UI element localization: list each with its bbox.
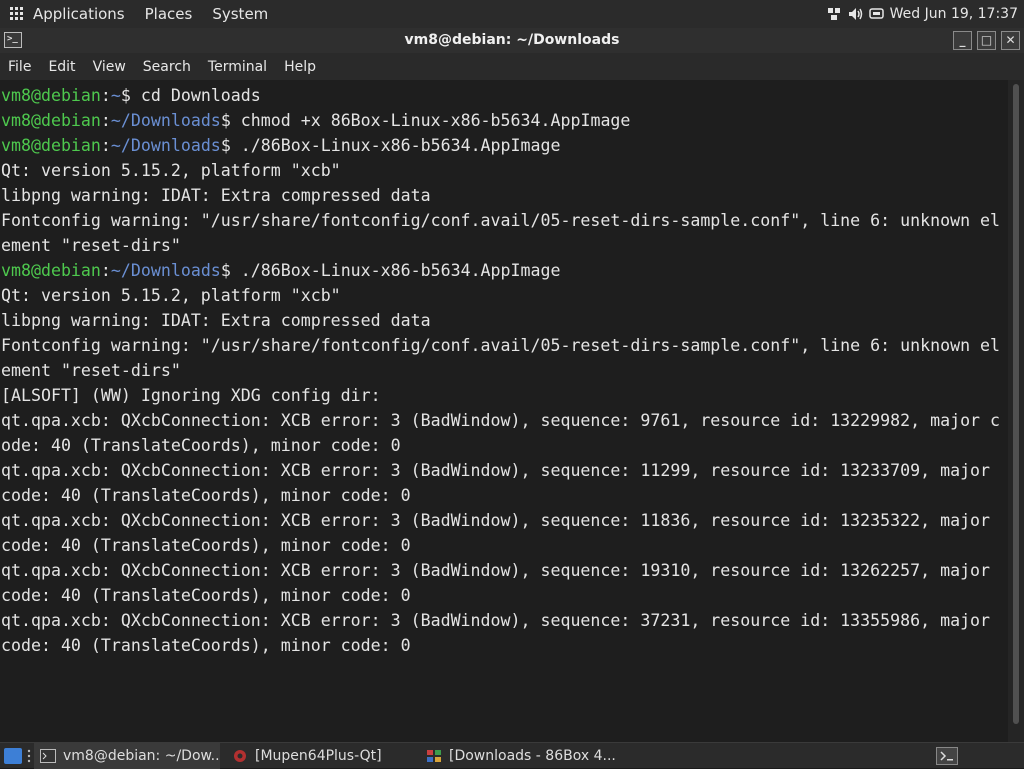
system-tray: Wed Jun 19, 17:37 [827,0,1018,28]
terminal-text: code: 40 (TranslateCoords), minor code: … [1,536,411,555]
terminal-icon [40,749,56,763]
workspace-switcher-icon[interactable] [936,747,958,765]
terminal-line: ement "reset-dirs" [1,358,1008,383]
terminal-output[interactable]: vm8@debian:~$ cd Downloadsvm8@debian:~/D… [0,80,1008,742]
menu-edit[interactable]: Edit [48,59,75,75]
terminal-text: $ ./86Box-Linux-x86-b5634.AppImage [221,261,561,280]
taskbar-handle-icon[interactable] [27,749,31,763]
terminal-line: code: 40 (TranslateCoords), minor code: … [1,633,1008,658]
terminal-text: libpng warning: IDAT: Extra compressed d… [1,186,431,205]
terminal-line: Qt: version 5.15.2, platform "xcb" [1,158,1008,183]
terminal-text: $ chmod +x 86Box-Linux-x86-b5634.AppImag… [221,111,631,130]
show-desktop-icon[interactable] [4,748,22,764]
terminal-window: >_ vm8@debian: ~/Downloads _ □ ✕ File Ed… [0,28,1024,742]
terminal-text: ement "reset-dirs" [1,236,181,255]
terminal-text: libpng warning: IDAT: Extra compressed d… [1,311,431,330]
terminal-line: vm8@debian:~$ cd Downloads [1,83,1008,108]
terminal-text: Fontconfig warning: "/usr/share/fontconf… [1,211,1000,230]
applications-menu[interactable]: Applications [33,5,125,23]
mupen-icon [232,749,248,763]
places-menu[interactable]: Places [145,5,193,23]
menu-view[interactable]: View [93,59,126,75]
terminal-line: ement "reset-dirs" [1,233,1008,258]
task-label: [Mupen64Plus-Qt] [255,748,382,764]
terminal-text: qt.qpa.xcb: QXcbConnection: XCB error: 3… [1,611,990,630]
terminal-text: : [101,86,111,105]
clock[interactable]: Wed Jun 19, 17:37 [890,6,1018,22]
terminal-line: libpng warning: IDAT: Extra compressed d… [1,308,1008,333]
terminal-line: code: 40 (TranslateCoords), minor code: … [1,483,1008,508]
menu-terminal[interactable]: Terminal [208,59,267,75]
terminal-line: vm8@debian:~/Downloads$ ./86Box-Linux-x8… [1,258,1008,283]
terminal-line: qt.qpa.xcb: QXcbConnection: XCB error: 3… [1,558,1008,583]
window-title: vm8@debian: ~/Downloads [0,32,1024,48]
volume-icon[interactable] [848,7,862,21]
prompt-user: vm8@debian [1,86,101,105]
terminal-line: [ALSOFT] (WW) Ignoring XDG config dir: [1,383,1008,408]
taskbar: vm8@debian: ~/Dow... [Mupen64Plus-Qt] [D… [0,742,1024,768]
terminal-text: qt.qpa.xcb: QXcbConnection: XCB error: 3… [1,511,990,530]
prompt-user: vm8@debian [1,261,101,280]
terminal-line: qt.qpa.xcb: QXcbConnection: XCB error: 3… [1,408,1008,433]
prompt-path: ~/Downloads [111,111,221,130]
network-icon[interactable] [827,7,841,21]
terminal-text: code: 40 (TranslateCoords), minor code: … [1,636,411,655]
menubar: File Edit View Search Terminal Help [0,53,1024,80]
task-label: [Downloads - 86Box 4... [449,748,616,764]
terminal-line: Qt: version 5.15.2, platform "xcb" [1,283,1008,308]
86box-icon [426,749,442,763]
menu-help[interactable]: Help [284,59,316,75]
terminal-text: qt.qpa.xcb: QXcbConnection: XCB error: 3… [1,561,990,580]
close-button[interactable]: ✕ [1001,31,1020,50]
top-panel: Applications Places System Wed Jun 19, 1… [0,0,1024,28]
prompt-path: ~/Downloads [111,261,221,280]
scrollbar-thumb[interactable] [1013,84,1019,724]
terminal-text: Fontconfig warning: "/usr/share/fontconf… [1,336,1000,355]
terminal-line: qt.qpa.xcb: QXcbConnection: XCB error: 3… [1,458,1008,483]
task-86box[interactable]: [Downloads - 86Box 4... [420,743,620,769]
terminal-line: vm8@debian:~/Downloads$ ./86Box-Linux-x8… [1,133,1008,158]
terminal-text: $ cd Downloads [121,86,261,105]
terminal-scrollbar[interactable] [1008,80,1024,742]
terminal-text: qt.qpa.xcb: QXcbConnection: XCB error: 3… [1,411,1000,430]
menu-file[interactable]: File [8,59,31,75]
terminal-line: qt.qpa.xcb: QXcbConnection: XCB error: 3… [1,608,1008,633]
terminal-text: : [101,111,111,130]
prompt-path: ~/Downloads [111,136,221,155]
task-label: vm8@debian: ~/Dow... [63,748,220,764]
terminal-text: : [101,136,111,155]
terminal-text: ement "reset-dirs" [1,361,181,380]
maximize-button[interactable]: □ [977,31,996,50]
terminal-text: Qt: version 5.15.2, platform "xcb" [1,286,341,305]
message-icon[interactable] [869,7,883,21]
minimize-button[interactable]: _ [953,31,972,50]
prompt-user: vm8@debian [1,111,101,130]
terminal-line: Fontconfig warning: "/usr/share/fontconf… [1,208,1008,233]
system-menu[interactable]: System [212,5,268,23]
terminal-line: code: 40 (TranslateCoords), minor code: … [1,533,1008,558]
window-titlebar[interactable]: >_ vm8@debian: ~/Downloads _ □ ✕ [0,28,1024,53]
menu-search[interactable]: Search [143,59,191,75]
terminal-text: $ ./86Box-Linux-x86-b5634.AppImage [221,136,561,155]
terminal-line: qt.qpa.xcb: QXcbConnection: XCB error: 3… [1,508,1008,533]
terminal-line: ode: 40 (TranslateCoords), minor code: 0 [1,433,1008,458]
terminal-text: qt.qpa.xcb: QXcbConnection: XCB error: 3… [1,461,990,480]
apps-grid-icon[interactable] [10,7,24,21]
terminal-line: code: 40 (TranslateCoords), minor code: … [1,583,1008,608]
terminal-text: Qt: version 5.15.2, platform "xcb" [1,161,341,180]
terminal-line: Fontconfig warning: "/usr/share/fontconf… [1,333,1008,358]
terminal-text: ode: 40 (TranslateCoords), minor code: 0 [1,436,401,455]
task-terminal[interactable]: vm8@debian: ~/Dow... [34,743,220,769]
terminal-line: libpng warning: IDAT: Extra compressed d… [1,183,1008,208]
terminal-text: code: 40 (TranslateCoords), minor code: … [1,586,411,605]
terminal-line: vm8@debian:~/Downloads$ chmod +x 86Box-L… [1,108,1008,133]
prompt-user: vm8@debian [1,136,101,155]
terminal-text: code: 40 (TranslateCoords), minor code: … [1,486,411,505]
terminal-text: : [101,261,111,280]
prompt-path: ~ [111,86,121,105]
panel-menus: Applications Places System [0,0,296,28]
terminal-text: [ALSOFT] (WW) Ignoring XDG config dir: [1,386,381,405]
task-mupen64plus[interactable]: [Mupen64Plus-Qt] [226,743,416,769]
